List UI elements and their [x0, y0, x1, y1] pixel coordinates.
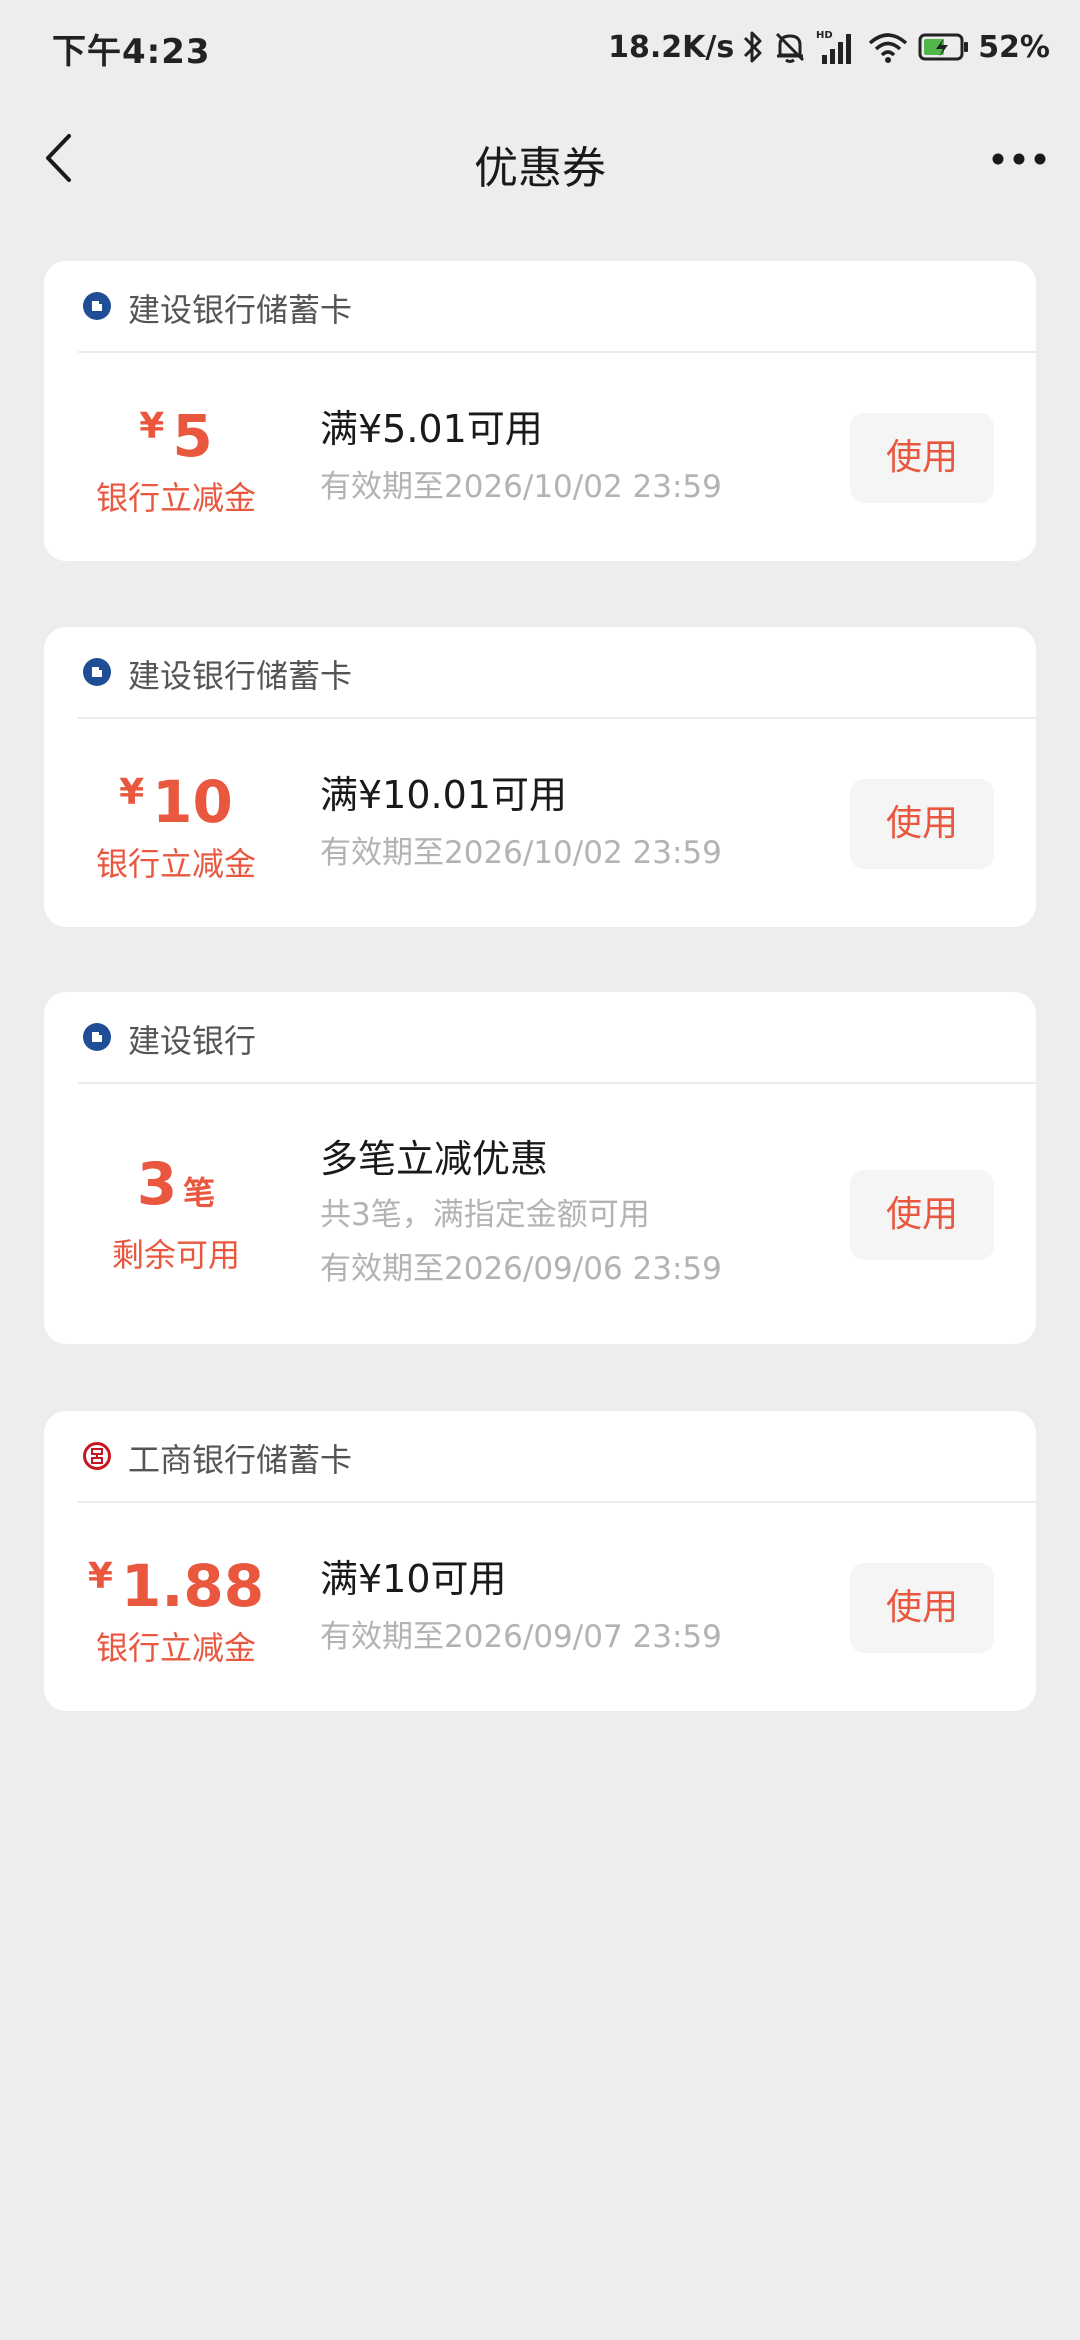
- page-title: 优惠券: [474, 143, 606, 194]
- bank-name: 建设银行: [128, 1022, 257, 1060]
- coupon-description: 共3笔，满指定金额可用: [320, 1197, 650, 1233]
- ccb-logo-icon: [82, 657, 112, 687]
- coupon-expiry: 有效期至2026/09/06 23:59: [320, 1251, 722, 1287]
- divider: [78, 1501, 1036, 1503]
- coupon-info: 满¥10.01可用 有效期至2026/10/02 23:59: [320, 770, 722, 874]
- currency-symbol: ¥: [119, 772, 145, 813]
- bank-name: 建设银行储蓄卡: [128, 291, 353, 329]
- bank-name: 工商银行储蓄卡: [128, 1441, 353, 1479]
- coupon-amount: ¥5 银行立减金: [44, 395, 308, 518]
- coupon-info: 多笔立减优惠 共3笔，满指定金额可用 有效期至2026/09/06 23:59: [320, 1134, 722, 1290]
- coupon-expiry: 有效期至2026/10/02 23:59: [320, 835, 722, 871]
- coupon-condition: 满¥10.01可用: [320, 773, 567, 817]
- amount-number: 1.88: [120, 1552, 265, 1620]
- wifi-icon: [866, 29, 910, 65]
- card-header: 工商银行储蓄卡: [44, 1411, 1036, 1501]
- coupon-info: 满¥10可用 有效期至2026/09/07 23:59: [320, 1554, 722, 1658]
- divider: [78, 1082, 1036, 1084]
- use-button[interactable]: 使用: [850, 413, 994, 503]
- more-dots-icon: [991, 151, 1047, 170]
- amount-unit: 笔: [183, 1174, 216, 1212]
- ccb-logo-icon: [82, 1022, 112, 1052]
- coupon-amount: ¥1.88 银行立减金: [44, 1545, 308, 1668]
- divider: [78, 717, 1036, 719]
- bank-name: 建设银行储蓄卡: [128, 657, 353, 695]
- use-button[interactable]: 使用: [850, 1170, 994, 1260]
- coupon-title: 多笔立减优惠: [320, 1137, 549, 1181]
- coupon-card: 建设银行储蓄卡 ¥10 银行立减金 满¥10.01可用 有效期至2026/10/…: [44, 627, 1036, 927]
- amount-number: 3: [136, 1150, 178, 1218]
- icbc-logo-icon: [82, 1441, 112, 1471]
- ccb-logo-icon: [82, 291, 112, 321]
- coupon-info: 满¥5.01可用 有效期至2026/10/02 23:59: [320, 404, 722, 508]
- coupon-card: 建设银行储蓄卡 ¥5 银行立减金 满¥5.01可用 有效期至2026/10/02…: [44, 261, 1036, 561]
- mute-icon: [772, 29, 808, 65]
- amount-label: 银行立减金: [95, 845, 256, 883]
- amount-label: 银行立减金: [95, 1629, 256, 1667]
- nav-bar: 优惠券: [0, 110, 1080, 210]
- coupon-condition: 满¥10可用: [320, 1557, 507, 1601]
- hd-signal-icon: HD: [816, 28, 858, 66]
- coupon-expiry: 有效期至2026/09/07 23:59: [320, 1619, 722, 1655]
- currency-symbol: ¥: [139, 406, 165, 447]
- battery-charging-icon: [918, 32, 970, 62]
- status-bar: 下午4:23 18.2K/s HD 52%: [0, 0, 1080, 96]
- amount-value: ¥1.88: [44, 1545, 308, 1618]
- card-header: 建设银行: [44, 992, 1036, 1082]
- divider: [78, 351, 1036, 353]
- card-header: 建设银行储蓄卡: [44, 627, 1036, 717]
- amount-number: 5: [172, 402, 213, 470]
- coupon-expiry: 有效期至2026/10/02 23:59: [320, 469, 722, 505]
- coupon-amount: ¥10 银行立减金: [44, 761, 308, 884]
- status-indicators: 18.2K/s HD 52%: [608, 22, 1050, 72]
- amount-label: 剩余可用: [111, 1236, 240, 1274]
- svg-text:HD: HD: [816, 30, 833, 41]
- bluetooth-icon: [742, 29, 764, 65]
- use-button[interactable]: 使用: [850, 779, 994, 869]
- status-time: 下午4:23: [52, 32, 211, 72]
- coupon-card: 工商银行储蓄卡 ¥1.88 银行立减金 满¥10可用 有效期至2026/09/0…: [44, 1411, 1036, 1711]
- amount-value: ¥5: [44, 395, 308, 468]
- amount-label: 银行立减金: [95, 479, 256, 517]
- currency-symbol: ¥: [87, 1556, 113, 1597]
- amount-value: ¥10: [44, 761, 308, 834]
- coupon-amount: 3笔 剩余可用: [44, 1152, 308, 1275]
- network-speed: 18.2K/s: [608, 29, 735, 65]
- more-button[interactable]: [986, 130, 1052, 190]
- coupon-card: 建设银行 3笔 剩余可用 多笔立减优惠 共3笔，满指定金额可用 有效期至2026…: [44, 992, 1036, 1344]
- battery-percentage: 52%: [978, 29, 1050, 65]
- coupon-condition: 满¥5.01可用: [320, 407, 543, 451]
- amount-number: 10: [152, 768, 233, 836]
- card-header: 建设银行储蓄卡: [44, 261, 1036, 351]
- amount-value: 3笔: [44, 1152, 308, 1225]
- use-button[interactable]: 使用: [850, 1563, 994, 1653]
